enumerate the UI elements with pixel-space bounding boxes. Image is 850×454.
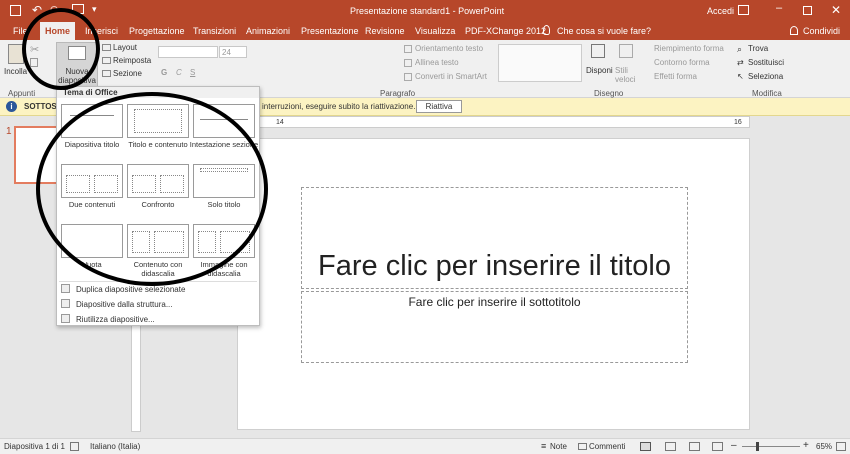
subtitle-placeholder[interactable]: Fare clic per inserire il sottotitolo <box>301 291 688 363</box>
notes-button[interactable]: Note <box>550 442 567 451</box>
group-drawing: Disegno <box>594 89 624 98</box>
notes-icon: ≡ <box>541 441 547 451</box>
group-clipboard: Appunti <box>8 89 36 98</box>
tab-pdf-xchange[interactable]: PDF-XChange 2012 <box>460 22 551 40</box>
share-button[interactable]: Condividi <box>798 22 845 40</box>
quick-styles-icon <box>619 44 633 58</box>
paste-button[interactable]: Incolla <box>4 67 27 76</box>
duplicate-icon <box>61 284 70 293</box>
tab-animations[interactable]: Animazioni <box>241 22 295 40</box>
text-direction-icon <box>404 45 412 53</box>
italic-button[interactable]: C <box>176 68 182 77</box>
tab-view[interactable]: Visualizza <box>410 22 460 40</box>
find-icon: ⌕ <box>737 44 743 54</box>
annotation-circle-large <box>36 92 268 286</box>
minimize-icon[interactable]: – <box>776 2 782 14</box>
slides-from-outline-label: Diapositive dalla struttura... <box>76 300 173 309</box>
normal-view-icon[interactable] <box>640 442 651 451</box>
select-icon: ↖ <box>737 72 744 81</box>
reset-icon <box>102 57 111 64</box>
share-icon[interactable] <box>790 26 798 35</box>
replace-icon: ⇄ <box>737 58 744 67</box>
subtitle-placeholder-text: Fare clic per inserire il sottotitolo <box>408 295 581 309</box>
tab-review[interactable]: Revisione <box>360 22 410 40</box>
layout-button[interactable]: Layout <box>113 43 137 52</box>
text-direction-button[interactable]: Orientamento testo <box>415 44 483 53</box>
shape-effects-button[interactable]: Effetti forma <box>654 72 697 81</box>
fit-slide-icon[interactable] <box>836 442 846 451</box>
section-icon <box>102 70 111 77</box>
layout-icon <box>102 44 111 51</box>
duplicate-slides-label: Duplica diapositive selezionate <box>76 285 186 294</box>
smartart-button[interactable]: Converti in SmartArt <box>415 72 487 81</box>
slide-canvas: Fare clic per inserire il titolo Fare cl… <box>237 138 750 430</box>
shapes-gallery[interactable] <box>498 44 582 82</box>
arrange-button[interactable]: Disponi <box>586 66 613 75</box>
shape-fill-button[interactable]: Riempimento forma <box>654 44 724 53</box>
reset-button[interactable]: Reimposta <box>113 56 151 65</box>
reuse-slides-item[interactable]: Riutilizza diapositive... <box>61 314 155 324</box>
comments-icon <box>578 443 587 450</box>
title-placeholder-text: Fare clic per inserire il titolo <box>318 250 671 282</box>
zoom-out-icon[interactable]: – <box>731 440 737 451</box>
window-title: Presentazione standard1 - PowerPoint <box>350 6 505 16</box>
slides-from-outline-item[interactable]: Diapositive dalla struttura... <box>61 299 173 309</box>
ruler-label-left: 14 <box>276 119 284 126</box>
zoom-slider-thumb[interactable] <box>756 442 759 451</box>
tab-slideshow[interactable]: Presentazione <box>296 22 364 40</box>
zoom-level[interactable]: 65% <box>816 442 832 451</box>
annotation-circle-small <box>22 8 100 90</box>
outline-icon <box>61 299 70 308</box>
info-message: interruzioni, eseguire subito la riattiv… <box>262 102 416 111</box>
save-icon[interactable] <box>10 5 21 16</box>
title-placeholder[interactable]: Fare clic per inserire il titolo <box>301 187 688 289</box>
reuse-slides-label: Riutilizza diapositive... <box>76 315 155 324</box>
zoom-in-icon[interactable]: + <box>803 440 809 451</box>
close-icon[interactable]: ✕ <box>831 3 841 17</box>
lightbulb-icon <box>543 25 550 35</box>
replace-button[interactable]: Sostituisci <box>748 58 784 67</box>
layout-menu-header-text: Tema di Office <box>63 88 118 97</box>
tell-me-input[interactable]: Che cosa si vuole fare? <box>552 22 656 40</box>
reuse-icon <box>61 314 70 323</box>
tab-design[interactable]: Progettazione <box>124 22 190 40</box>
ruler-label-right: 16 <box>734 119 742 126</box>
font-name-input[interactable] <box>158 46 218 58</box>
title-bar: ↶ ↷ ▾ Presentazione standard1 - PowerPoi… <box>0 0 850 22</box>
align-text-icon <box>404 59 412 67</box>
info-icon: i <box>6 101 17 112</box>
thumbnail-number: 1 <box>6 126 12 137</box>
bold-button[interactable]: G <box>161 68 167 77</box>
shape-outline-button[interactable]: Contorno forma <box>654 58 710 67</box>
customize-qat-icon[interactable]: ▾ <box>92 4 97 15</box>
restore-icon[interactable] <box>803 6 812 15</box>
smartart-icon <box>404 73 412 81</box>
ribbon-display-icon[interactable] <box>738 5 749 15</box>
spellcheck-icon[interactable] <box>70 442 79 451</box>
font-size-input[interactable]: 24 <box>219 46 247 58</box>
language-indicator[interactable]: Italiano (Italia) <box>90 442 140 451</box>
ribbon-tabs: File Home Inserisci Progettazione Transi… <box>0 22 850 40</box>
arrange-icon <box>591 44 605 58</box>
group-paragraph: Paragrafo <box>380 89 416 98</box>
align-text-button[interactable]: Allinea testo <box>415 58 459 67</box>
tab-transitions[interactable]: Transizioni <box>188 22 241 40</box>
underline-button[interactable]: S <box>190 68 195 77</box>
zoom-slider[interactable] <box>742 446 800 447</box>
slideshow-view-icon[interactable] <box>712 442 723 451</box>
slide-counter: Diapositiva 1 di 1 <box>4 442 65 451</box>
quick-styles-button[interactable]: Stili veloci <box>615 66 639 84</box>
select-button[interactable]: Seleziona <box>748 72 783 81</box>
reactivate-button[interactable]: Riattiva <box>416 100 462 113</box>
status-bar: Diapositiva 1 di 1 Italiano (Italia) ≡ N… <box>0 438 850 454</box>
find-button[interactable]: Trova <box>748 44 768 53</box>
horizontal-ruler: 14 16 <box>237 116 750 128</box>
slide-sorter-icon[interactable] <box>665 442 676 451</box>
comments-button[interactable]: Commenti <box>589 442 625 451</box>
reading-view-icon[interactable] <box>689 442 700 451</box>
group-editing: Modifica <box>752 89 782 98</box>
duplicate-slides-item[interactable]: Duplica diapositive selezionate <box>61 284 185 294</box>
sign-in-link[interactable]: Accedi <box>707 6 734 16</box>
section-button[interactable]: Sezione <box>113 69 142 78</box>
